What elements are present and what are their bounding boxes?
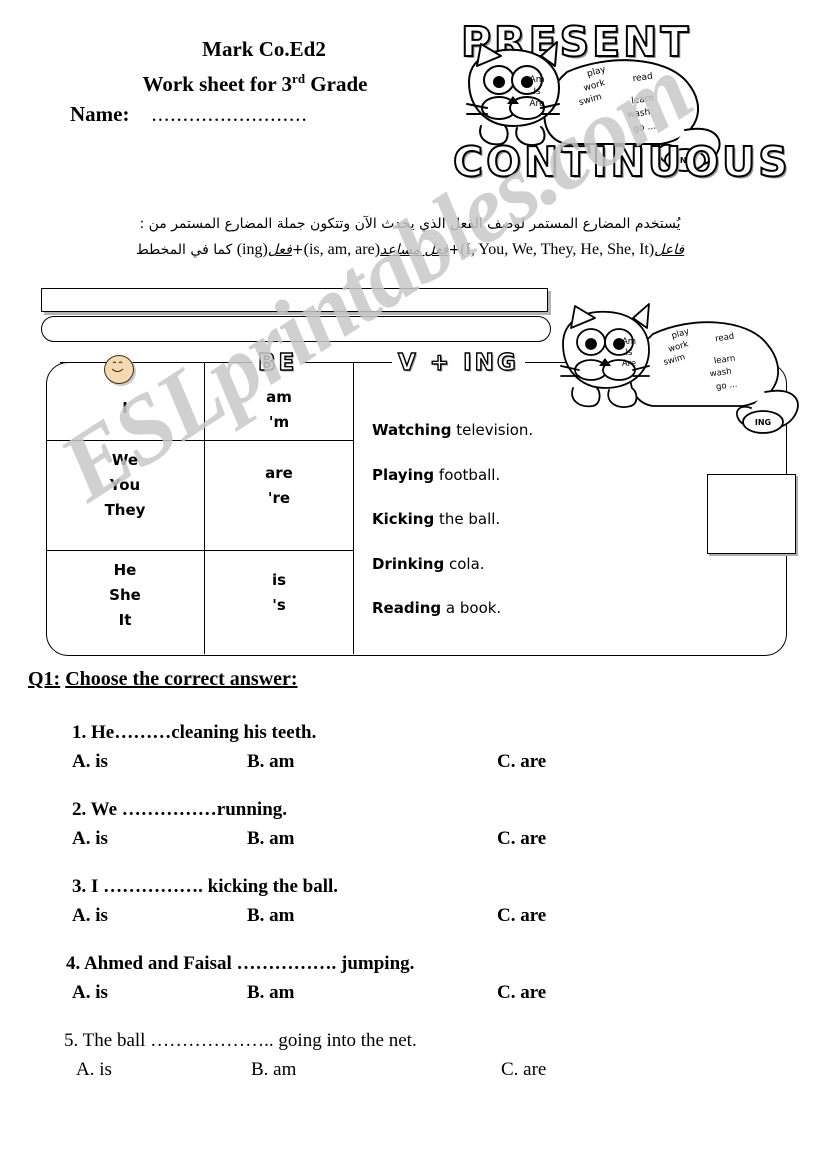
question-item: 3. I ……………. kicking the ball. A. is B. a…	[0, 876, 821, 953]
arabic-explanation: يُستخدم المضارع المستمر لوصف الفعل الذي …	[45, 212, 775, 263]
ving-rest-1: television.	[451, 421, 534, 439]
cat-illustration-panel: Am Is Are play work swim read learn wash…	[549, 292, 801, 457]
table-cell-pronoun-3: He She It	[109, 561, 141, 629]
svg-text:Are: Are	[622, 359, 636, 369]
question-text-1: 1. He………cleaning his teeth.	[72, 722, 317, 743]
be-verb-list: (is, am, are)	[303, 241, 381, 258]
name-field-row: Name:.........................	[60, 99, 450, 129]
table-cell-pronoun-2: We You They	[104, 451, 146, 519]
cat-head-word-are: Are	[529, 99, 545, 109]
table-cell-be-2: are 're	[265, 464, 293, 507]
question-item: 1. He………cleaning his teeth. A. is B. am …	[0, 722, 821, 799]
ving-verb-1: Watching	[372, 421, 452, 439]
option-a-4[interactable]: A. is	[72, 982, 108, 1004]
option-c-4[interactable]: C. are	[497, 982, 546, 1004]
table-cell-be-3: is 's	[271, 571, 287, 614]
name-input-dots[interactable]: .........................	[129, 102, 307, 126]
arabic-subject-word: فاعل	[654, 242, 685, 258]
school-name: Mark Co.Ed2	[202, 37, 326, 61]
q1-instruction: Choose the correct answer:	[65, 668, 298, 690]
title-illustration: PRESENT Am Is Are play work swim read le…	[447, 12, 789, 192]
arabic-as-in-chart: كما في المخطط	[135, 242, 233, 258]
name-label: Name:	[70, 102, 130, 126]
question-text-5: 5. The ball ……………….. going into the net.	[64, 1030, 417, 1051]
option-c-1[interactable]: C. are	[497, 751, 546, 773]
list-item: Playing football.	[372, 453, 672, 498]
svg-text:Is: Is	[626, 348, 634, 358]
question-item: 2. We ……………running. A. is B. am C. are	[0, 799, 821, 876]
arabic-line-1: يُستخدم المضارع المستمر لوصف الفعل الذي …	[139, 216, 681, 232]
column-header-be: BE	[252, 349, 304, 377]
worksheet-grade-line: Work sheet for 3rd Grade	[60, 64, 450, 99]
question-item: 5. The ball ……………….. going into the net.…	[0, 1030, 821, 1107]
ving-rest-3: the ball.	[434, 510, 501, 528]
question-item: 4. Ahmed and Faisal ……………. jumping. A. i…	[0, 953, 821, 1030]
questions-list: 1. He………cleaning his teeth. A. is B. am …	[0, 722, 821, 1107]
column-header-ving: V + ING	[392, 349, 525, 377]
svg-text:Am: Am	[622, 337, 636, 347]
blank-answer-box[interactable]	[707, 474, 796, 554]
option-b-2[interactable]: B. am	[247, 828, 295, 850]
option-a-2[interactable]: A. is	[72, 828, 108, 850]
option-c-5[interactable]: C. are	[501, 1059, 546, 1081]
title-word-continuous: CONTINUOUS	[452, 137, 791, 187]
worksheet-page: ESLprintables.com Mark Co.Ed2 Work sheet…	[0, 0, 821, 1169]
arabic-line-2: فاعل(I, You, We, They, He, She, It)+فعل …	[135, 241, 685, 258]
worksheet-grade-pre: Work sheet for 3	[142, 72, 293, 96]
ving-rest-2: football.	[434, 465, 501, 484]
table-column-divider-1	[204, 362, 205, 654]
list-item: Kicking the ball.	[372, 497, 672, 542]
q1-label: Q1:	[28, 668, 61, 690]
option-a-3[interactable]: A. is	[72, 905, 108, 927]
option-b-4[interactable]: B. am	[247, 982, 295, 1004]
ving-rest-4: cola.	[444, 554, 485, 573]
option-b-3[interactable]: B. am	[247, 905, 295, 927]
ving-verb-3: Kicking	[372, 510, 435, 528]
worksheet-grade-post: Grade	[305, 72, 368, 96]
question-text-3: 3. I ……………. kicking the ball.	[72, 876, 339, 897]
cat-head-word-am: Am	[530, 75, 545, 85]
worksheet-header: Mark Co.Ed2 Work sheet for 3rd Grade Nam…	[60, 34, 450, 129]
ing-suffix: (ing)	[236, 241, 268, 258]
question-1-heading: Q1: Choose the correct answer:	[28, 668, 298, 691]
ving-verb-4: Drinking	[372, 554, 445, 573]
smiley-face-icon	[104, 355, 134, 384]
option-b-1[interactable]: B. am	[247, 751, 295, 773]
svg-text:ING: ING	[755, 418, 771, 427]
ving-verb-5: Reading	[372, 599, 442, 617]
table-cell-pronoun-1: I	[122, 399, 128, 417]
question-text-4: 4. Ahmed and Faisal ……………. jumping.	[66, 953, 415, 974]
cat-head-word-is: Is	[533, 87, 541, 97]
arabic-verb-word: فعل	[267, 242, 292, 258]
blank-rectangle-bar	[41, 288, 548, 312]
table-cell-be-1: am 'm	[266, 388, 292, 431]
list-item: Reading a book.	[372, 586, 672, 631]
ving-verb-2: Playing	[372, 465, 435, 484]
pronoun-list: (I, You, We, They, He, She, It)	[460, 241, 655, 258]
ving-rest-5: a book.	[441, 599, 502, 617]
table-column-divider-2	[353, 362, 354, 654]
option-b-5[interactable]: B. am	[251, 1059, 296, 1081]
blank-rounded-bar	[41, 316, 551, 342]
option-a-1[interactable]: A. is	[72, 751, 108, 773]
list-item: Drinking cola.	[372, 542, 672, 587]
option-a-5[interactable]: A. is	[76, 1059, 112, 1081]
question-text-2: 2. We ……………running.	[72, 799, 288, 820]
option-c-3[interactable]: C. are	[497, 905, 546, 927]
table-row-divider-1	[47, 440, 354, 441]
worksheet-grade-ordinal: rd	[292, 71, 306, 86]
table-row-divider-2	[47, 550, 354, 551]
arabic-helping-verb-word: فعل مساعد	[380, 242, 449, 258]
option-c-2[interactable]: C. are	[497, 828, 546, 850]
